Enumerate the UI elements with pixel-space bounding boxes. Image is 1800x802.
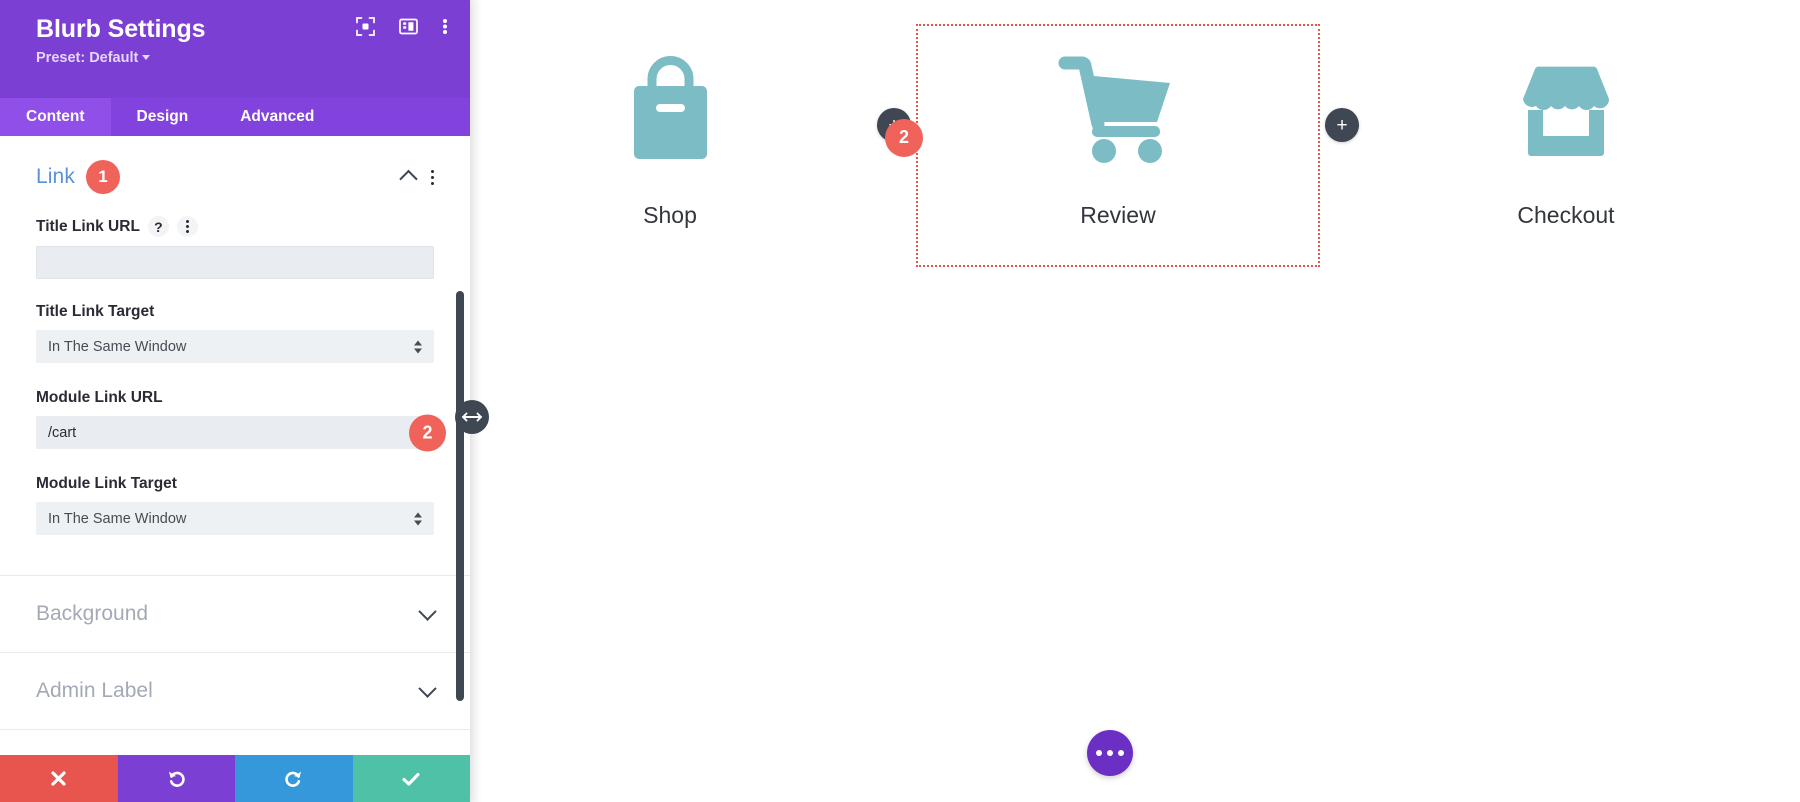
tab-design[interactable]: Design xyxy=(111,98,215,136)
title-link-target-select[interactable]: In The Same Window xyxy=(36,330,434,363)
title-link-target-select-wrap: In The Same Window xyxy=(36,330,434,363)
layout-panel-icon[interactable] xyxy=(399,17,418,36)
label-text: Title Link URL xyxy=(36,217,140,235)
field-options-icon[interactable] xyxy=(176,216,198,237)
save-button[interactable] xyxy=(352,755,470,802)
field-title-link-target: Title Link Target In The Same Window xyxy=(0,303,470,363)
tab-content[interactable]: Content xyxy=(0,98,111,136)
shopping-cart-icon xyxy=(1056,48,1181,168)
builder-menu-fab[interactable] xyxy=(1087,730,1133,776)
page-canvas: Shop + 2 Review xyxy=(470,0,1800,802)
panel-footer xyxy=(0,755,470,802)
step-badge-1: 1 xyxy=(85,160,120,194)
field-title-link-url-label: Title Link URL ? xyxy=(36,216,434,237)
step-badge-2-panel: 2 xyxy=(409,414,446,451)
redo-button[interactable] xyxy=(235,755,353,802)
section-background[interactable]: Background xyxy=(0,576,470,653)
chevron-up-icon[interactable] xyxy=(399,169,418,188)
module-link-target-select[interactable]: In The Same Window xyxy=(36,502,434,535)
title-link-url-input[interactable] xyxy=(36,246,434,279)
check-icon xyxy=(402,772,420,786)
tab-advanced[interactable]: Advanced xyxy=(214,98,340,136)
more-vertical-icon[interactable] xyxy=(442,17,448,36)
divi-builder-screen: Blurb Settings Preset: Default Content D… xyxy=(0,0,1800,802)
add-module-button[interactable]: + xyxy=(1325,108,1359,142)
field-module-link-url-label: Module Link URL xyxy=(36,389,434,407)
panel-header-icons xyxy=(356,17,448,36)
undo-button[interactable] xyxy=(117,755,235,802)
cancel-button[interactable] xyxy=(0,755,118,802)
blurb-settings-panel: Blurb Settings Preset: Default Content D… xyxy=(0,0,470,802)
undo-icon xyxy=(168,771,185,787)
label-text: Module Link Target xyxy=(36,475,177,492)
shopping-bag-icon xyxy=(618,48,723,168)
preset-selector[interactable]: Preset: Default xyxy=(36,50,151,67)
step-badge-2-canvas: 2 xyxy=(885,118,923,157)
help-glyph: ? xyxy=(154,218,163,235)
close-icon xyxy=(51,771,66,786)
section-admin-label[interactable]: Admin Label xyxy=(0,653,470,730)
stepper-arrows-icon xyxy=(414,512,422,525)
field-title-link-target-label: Title Link Target xyxy=(36,303,434,321)
section-more-icon[interactable] xyxy=(431,169,434,185)
section-admin-label-title: Admin Label xyxy=(36,679,153,702)
panel-body: Link 1 Title Link URL ? Title Link Targe… xyxy=(0,136,470,755)
blurb-module-shop[interactable]: Shop xyxy=(470,26,870,265)
focus-icon[interactable] xyxy=(356,17,375,36)
module-link-target-select-wrap: In The Same Window xyxy=(36,502,434,535)
chevron-down-icon xyxy=(142,55,151,61)
blurb-title-shop: Shop xyxy=(643,201,697,228)
section-link-header[interactable]: Link 1 xyxy=(0,136,470,202)
fab-dot xyxy=(1096,750,1102,756)
chevron-down-icon xyxy=(418,678,437,698)
field-module-link-target-label: Module Link Target xyxy=(36,475,434,493)
blurb-title-review: Review xyxy=(1080,201,1156,228)
resize-horizontal-icon xyxy=(462,412,482,422)
field-module-link-url: Module Link URL 2 xyxy=(0,389,470,451)
field-title-link-url: Title Link URL ? xyxy=(0,216,470,279)
add-slot-2: + xyxy=(1318,108,1366,162)
blurb-module-checkout[interactable]: Checkout xyxy=(1366,26,1766,265)
section-background-title: Background xyxy=(36,602,149,625)
module-link-url-row: 2 xyxy=(36,414,446,451)
fab-dot xyxy=(1107,750,1113,756)
panel-scrollbar-thumb[interactable] xyxy=(456,291,464,701)
section-link-actions xyxy=(399,169,434,188)
fab-dot xyxy=(1118,750,1124,756)
blurb-module-review[interactable]: 2 Review xyxy=(885,23,1320,267)
module-link-url-input[interactable] xyxy=(36,416,434,449)
section-link-title: Link xyxy=(36,165,75,188)
panel-resize-handle[interactable] xyxy=(455,400,489,434)
panel-scrollbar-track xyxy=(456,136,464,755)
storefront-icon xyxy=(1501,48,1631,168)
label-text: Module Link URL xyxy=(36,389,163,406)
blurb-title-checkout: Checkout xyxy=(1517,201,1615,228)
stepper-arrows-icon xyxy=(414,340,422,353)
panel-tabs: Content Design Advanced xyxy=(0,98,470,136)
chevron-down-icon xyxy=(418,601,437,621)
panel-header: Blurb Settings Preset: Default xyxy=(0,0,470,98)
redo-icon xyxy=(285,771,302,787)
label-text: Title Link Target xyxy=(36,303,155,320)
help-icon[interactable]: ? xyxy=(147,216,169,237)
section-link: Link 1 Title Link URL ? Title Link Targe… xyxy=(0,136,470,576)
blurb-modules-row: Shop + 2 Review xyxy=(470,0,1800,290)
preset-label: Preset: Default xyxy=(36,50,139,67)
field-module-link-target: Module Link Target In The Same Window xyxy=(0,475,470,535)
